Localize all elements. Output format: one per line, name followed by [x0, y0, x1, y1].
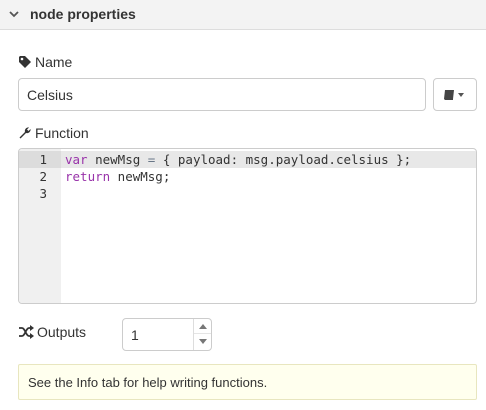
spinner-buttons: [193, 319, 211, 350]
chevron-down-icon: [9, 11, 19, 18]
shuffle-icon: [19, 325, 34, 339]
book-icon: [444, 89, 464, 100]
function-label-row: Function: [18, 125, 89, 141]
code-editor[interactable]: 1 2 3 var newMsg = { payload: msg.payloa…: [18, 148, 477, 304]
library-button[interactable]: [433, 78, 477, 111]
help-tip: See the Info tab for help writing functi…: [18, 364, 477, 400]
spinner-up-button[interactable]: [194, 319, 211, 334]
outputs-spinner[interactable]: 1: [122, 318, 212, 351]
outputs-label: Outputs: [37, 324, 87, 340]
caret-down-icon: [198, 339, 207, 344]
name-label: Name: [35, 54, 73, 70]
line-number: 3: [39, 186, 47, 201]
help-text: See the Info tab for help writing functi…: [28, 374, 268, 390]
spinner-down-button[interactable]: [194, 334, 211, 349]
code-line[interactable]: [61, 185, 476, 202]
function-label: Function: [35, 125, 89, 141]
node-properties-header[interactable]: node properties: [0, 0, 486, 30]
name-label-row: Name: [18, 54, 72, 70]
name-input-value: Celsius: [27, 86, 73, 103]
line-number: 2: [39, 169, 47, 184]
caret-down-icon: [458, 92, 464, 97]
code-line[interactable]: return newMsg;: [61, 168, 476, 185]
outputs-value: 1: [131, 327, 139, 343]
line-number: 1: [19, 151, 61, 168]
line-numbers: 1 2 3: [19, 151, 61, 202]
wrench-icon: [19, 127, 31, 139]
section-title: node properties: [30, 6, 136, 22]
name-input[interactable]: Celsius: [18, 78, 426, 111]
caret-up-icon: [198, 323, 207, 329]
outputs-label-row: Outputs: [18, 324, 86, 340]
code-content[interactable]: var newMsg = { payload: msg.payload.cels…: [61, 151, 476, 202]
tag-icon: [19, 56, 31, 68]
code-line[interactable]: var newMsg = { payload: msg.payload.cels…: [61, 151, 476, 168]
